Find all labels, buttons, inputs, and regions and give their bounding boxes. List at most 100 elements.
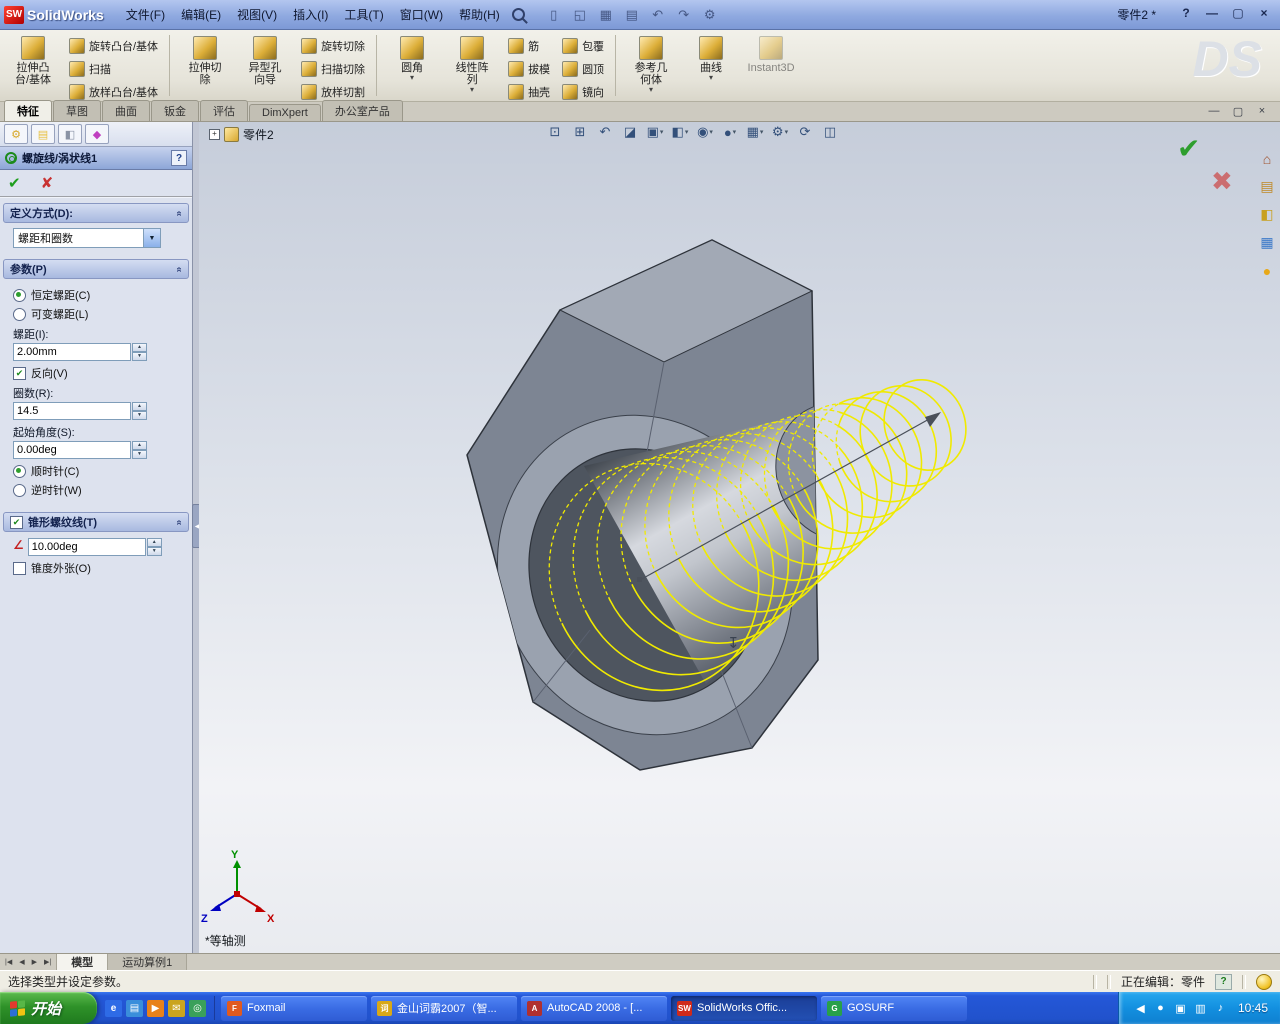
- menu-item[interactable]: 工具(T): [336, 1, 391, 29]
- taskbar-button-gosurf[interactable]: G GOSURF: [821, 995, 967, 1021]
- section-view-button[interactable]: ◪: [619, 122, 641, 142]
- close-button[interactable]: ×: [1254, 4, 1274, 22]
- apply-scene-button[interactable]: ▦ ▾: [744, 122, 766, 142]
- spin-down-icon[interactable]: ▼: [132, 450, 147, 459]
- internet-explorer-icon[interactable]: e: [105, 999, 122, 1017]
- zoom-to-fit-button[interactable]: ⊡: [544, 122, 566, 142]
- new-icon[interactable]: ▯: [543, 4, 565, 26]
- taper-outward-option[interactable]: 锥度外张(O): [13, 560, 183, 576]
- swept-boss-base-button[interactable]: 扫描: [64, 58, 163, 80]
- radio-icon[interactable]: [13, 483, 26, 497]
- rib-button[interactable]: 筋: [503, 35, 555, 57]
- taper-angle-input[interactable]: [27, 538, 146, 556]
- spin-down-icon[interactable]: ▼: [146, 547, 162, 556]
- view-palette-icon[interactable]: ▦: [1256, 232, 1278, 253]
- network-icon[interactable]: ▥: [1193, 1002, 1208, 1015]
- taskbar-button-foxmail[interactable]: F Foxmail: [221, 995, 367, 1021]
- cancel-button[interactable]: ✘: [41, 174, 54, 192]
- tab-DimXpert[interactable]: DimXpert: [249, 104, 321, 121]
- quick-tips-icon[interactable]: ?: [1215, 973, 1232, 990]
- taper-helix-section-header[interactable]: ✔ 锥形螺纹线(T) «: [3, 512, 189, 532]
- redo-icon[interactable]: ↷: [673, 4, 695, 26]
- extruded-cut-button[interactable]: 拉伸切除: [176, 33, 234, 89]
- confirm-ok-button[interactable]: ✔: [1177, 132, 1200, 165]
- menu-item[interactable]: 插入(I): [285, 1, 336, 29]
- previous-view-button[interactable]: ↶: [594, 122, 616, 142]
- help-button[interactable]: ?: [171, 150, 187, 166]
- radio-icon[interactable]: [13, 307, 26, 321]
- start-button[interactable]: 开始: [0, 992, 97, 1024]
- doc-close-button[interactable]: ×: [1254, 105, 1270, 118]
- restore-button[interactable]: ▢: [1228, 4, 1248, 22]
- first-tab-button[interactable]: |◀: [2, 958, 15, 966]
- design-library-icon[interactable]: ▤: [1256, 176, 1278, 197]
- clockwise-option[interactable]: 顺时针(C): [13, 463, 183, 479]
- fillet-button[interactable]: 圆角 ▾: [383, 33, 441, 85]
- property-manager-tab[interactable]: ▤: [31, 124, 55, 144]
- doc-restore-button[interactable]: ▢: [1230, 105, 1246, 118]
- draft-button[interactable]: 拔模: [503, 58, 555, 80]
- checkbox-checked-icon[interactable]: ✔: [13, 366, 26, 380]
- parameters-section-header[interactable]: 参数(P) «: [3, 259, 189, 279]
- feature-manager-tab[interactable]: ⚙: [4, 124, 28, 144]
- tab-办公室产品[interactable]: 办公室产品: [321, 100, 403, 121]
- ok-button[interactable]: ✔: [8, 174, 21, 192]
- curves-button[interactable]: 曲线 ▾: [682, 33, 740, 85]
- spin-up-icon[interactable]: ▲: [146, 538, 162, 547]
- volume-icon[interactable]: ♪: [1213, 1002, 1228, 1015]
- undo-icon[interactable]: ↶: [647, 4, 669, 26]
- extruded-boss-base-button[interactable]: 拉伸凸 台/基体: [4, 33, 62, 89]
- display-style-button[interactable]: ◧ ▾: [669, 122, 691, 142]
- save-icon[interactable]: ▦: [595, 4, 617, 26]
- view-orientation-button[interactable]: ▣ ▾: [644, 122, 666, 142]
- menu-item[interactable]: 窗口(W): [392, 1, 451, 29]
- antivirus-icon[interactable]: ▣: [1173, 1002, 1188, 1015]
- last-tab-button[interactable]: ▶|: [41, 958, 54, 966]
- start-angle-input[interactable]: [13, 441, 131, 459]
- definition-dropdown[interactable]: 螺距和圈数 ▼: [13, 228, 161, 248]
- zoom-to-area-button[interactable]: ⊞: [569, 122, 591, 142]
- 3d-drawing-view-button[interactable]: ◫: [819, 122, 841, 142]
- show-desktop-icon[interactable]: ▤: [126, 999, 143, 1017]
- dome-button[interactable]: 圆顶: [557, 58, 609, 80]
- checkbox-icon[interactable]: [13, 561, 26, 575]
- rotate-view-button[interactable]: ⟳: [794, 122, 816, 142]
- next-tab-button[interactable]: ▶: [29, 958, 40, 966]
- reference-geometry-button[interactable]: 参考几 何体 ▾: [622, 33, 680, 97]
- dimxpert-manager-tab[interactable]: ◆: [85, 124, 109, 144]
- tab-运动算例1[interactable]: 运动算例1: [108, 954, 188, 970]
- pitch-input[interactable]: [13, 343, 131, 361]
- graphics-viewport[interactable]: Y X Z + 零件2 ⊡ ⊞ ↶ ◪ ▣ ▾ ◧ ▾ ◉ ▾ ● ▾ ▦ ▾ ⚙ ▾ ⟳ ◫ ✔ ✖ ⌂ ▤ ◧ ▦ ●…: [199, 122, 1280, 953]
- prev-tab-button[interactable]: ◀: [16, 958, 27, 966]
- radio-selected-icon[interactable]: [13, 464, 26, 478]
- spin-up-icon[interactable]: ▲: [132, 402, 147, 411]
- search-icon[interactable]: [511, 8, 525, 21]
- spin-down-icon[interactable]: ▼: [132, 352, 147, 361]
- open-icon[interactable]: ◱: [569, 4, 591, 26]
- menu-item[interactable]: 视图(V): [229, 1, 285, 29]
- spin-down-icon[interactable]: ▼: [132, 411, 147, 420]
- definition-section-header[interactable]: 定义方式(D): «: [3, 203, 189, 223]
- dropdown-arrow-icon[interactable]: ▼: [143, 229, 160, 247]
- counterclockwise-option[interactable]: 逆时针(W): [13, 482, 183, 498]
- expand-icon[interactable]: +: [209, 129, 220, 140]
- tab-钣金[interactable]: 钣金: [151, 100, 199, 121]
- hide-show-items-button[interactable]: ◉ ▾: [694, 122, 716, 142]
- hide-icons-icon[interactable]: ◀: [1133, 1002, 1148, 1015]
- doc-minimize-button[interactable]: —: [1206, 105, 1222, 118]
- taskbar-button-solidworks[interactable]: SW SolidWorks Offic...: [671, 995, 817, 1021]
- mirror-button[interactable]: 镜向: [557, 81, 609, 103]
- tab-曲面[interactable]: 曲面: [102, 100, 150, 121]
- tab-模型[interactable]: 模型: [57, 954, 109, 970]
- tab-草图[interactable]: 草图: [53, 100, 101, 121]
- part-model[interactable]: [450, 239, 923, 780]
- taskbar-button-autocad[interactable]: A AutoCAD 2008 - [...: [521, 995, 667, 1021]
- hole-wizard-button[interactable]: 异型孔 向导: [236, 33, 294, 89]
- minimize-button[interactable]: —: [1202, 4, 1222, 22]
- shell-button[interactable]: 抽壳: [503, 81, 555, 103]
- help-bulb-icon[interactable]: [1256, 973, 1272, 990]
- revolutions-input[interactable]: [13, 402, 131, 420]
- swept-cut-button[interactable]: 扫描切除: [296, 58, 370, 80]
- confirm-cancel-button[interactable]: ✖: [1211, 166, 1233, 197]
- browser-icon[interactable]: ◎: [189, 999, 206, 1017]
